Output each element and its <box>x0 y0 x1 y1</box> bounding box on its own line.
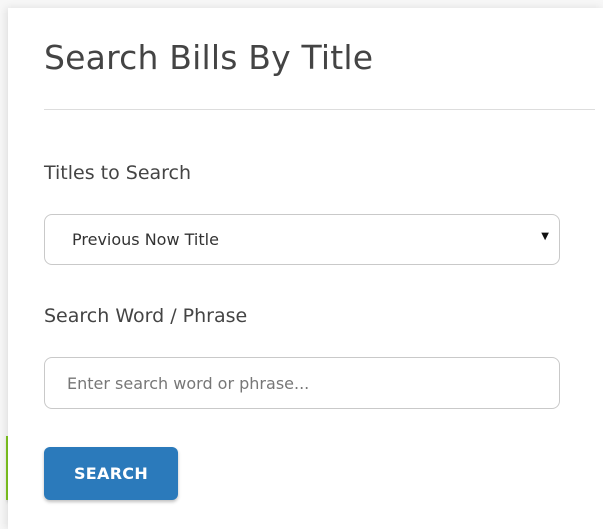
search-button[interactable]: SEARCH <box>44 447 178 500</box>
title-divider <box>44 109 595 110</box>
titles-to-search-label: Titles to Search <box>44 162 192 184</box>
page-title: Search Bills By Title <box>44 38 374 77</box>
search-phrase-label: Search Word / Phrase <box>44 305 248 327</box>
page-frame: Search Bills By Title Titles to Search P… <box>0 0 603 529</box>
titles-to-search-select[interactable]: Previous Now Title ▼ <box>44 214 560 265</box>
titles-to-search-selected-value: Previous Now Title <box>72 230 219 249</box>
caret-down-icon: ▼ <box>541 231 549 242</box>
search-phrase-input[interactable] <box>44 357 560 409</box>
